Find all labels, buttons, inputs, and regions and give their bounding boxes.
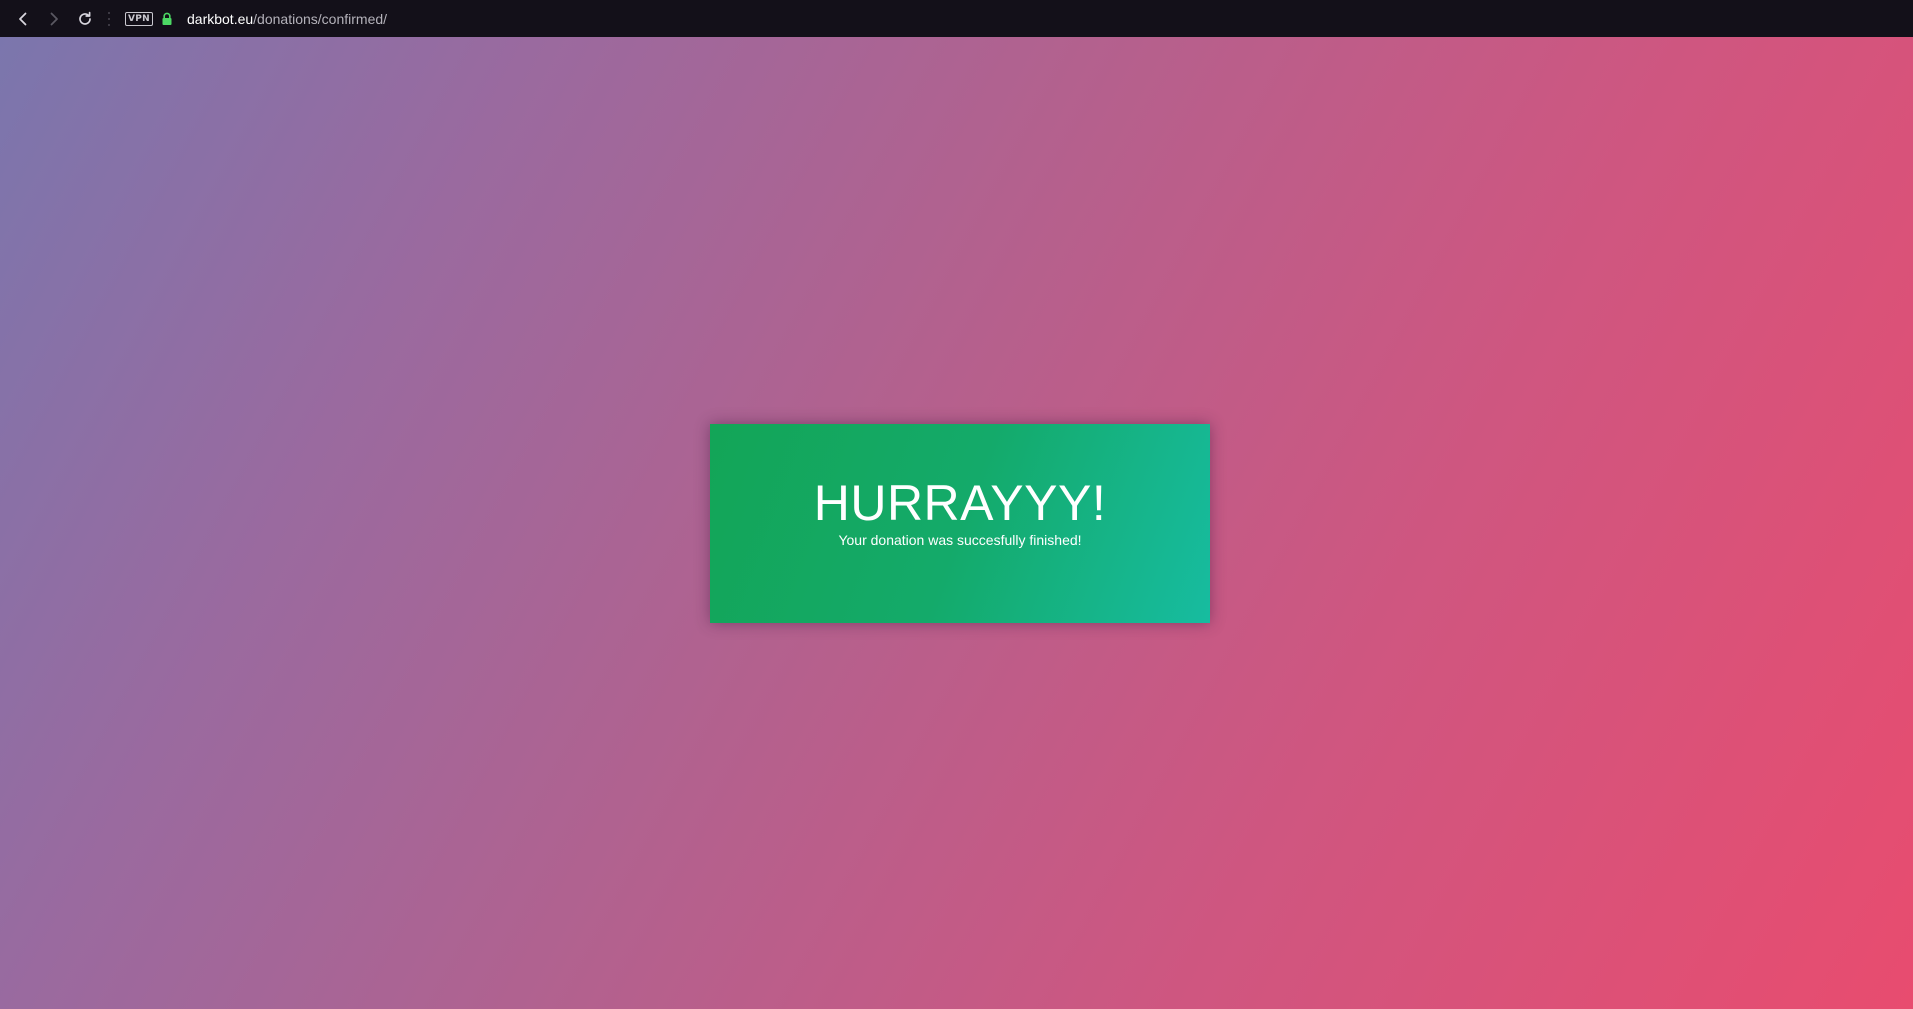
chevron-right-icon <box>50 12 58 25</box>
back-button[interactable] <box>10 6 36 32</box>
browser-window: VPN darkbot.eu/donations/confirmed/ HURR… <box>0 0 1913 1009</box>
forward-button[interactable] <box>41 6 67 32</box>
confirmation-card: HURRAYYY! Your donation was succesfully … <box>710 424 1210 623</box>
vpn-badge[interactable]: VPN <box>125 11 153 26</box>
browser-toolbar: VPN darkbot.eu/donations/confirmed/ <box>0 0 1913 37</box>
address-bar[interactable]: darkbot.eu/donations/confirmed/ <box>187 11 387 27</box>
page-background: HURRAYYY! Your donation was succesfully … <box>0 37 1913 1009</box>
reload-button[interactable] <box>72 6 98 32</box>
confirmation-message: Your donation was succesfully finished! <box>838 532 1082 548</box>
lock-icon[interactable] <box>161 12 173 26</box>
chevron-left-icon <box>19 12 27 25</box>
toolbar-divider <box>107 11 111 26</box>
url-host: darkbot.eu <box>187 10 254 27</box>
reload-icon <box>79 11 91 25</box>
url-path: /donations/confirmed/ <box>253 10 388 27</box>
confirmation-title: HURRAYYY! <box>813 475 1107 531</box>
